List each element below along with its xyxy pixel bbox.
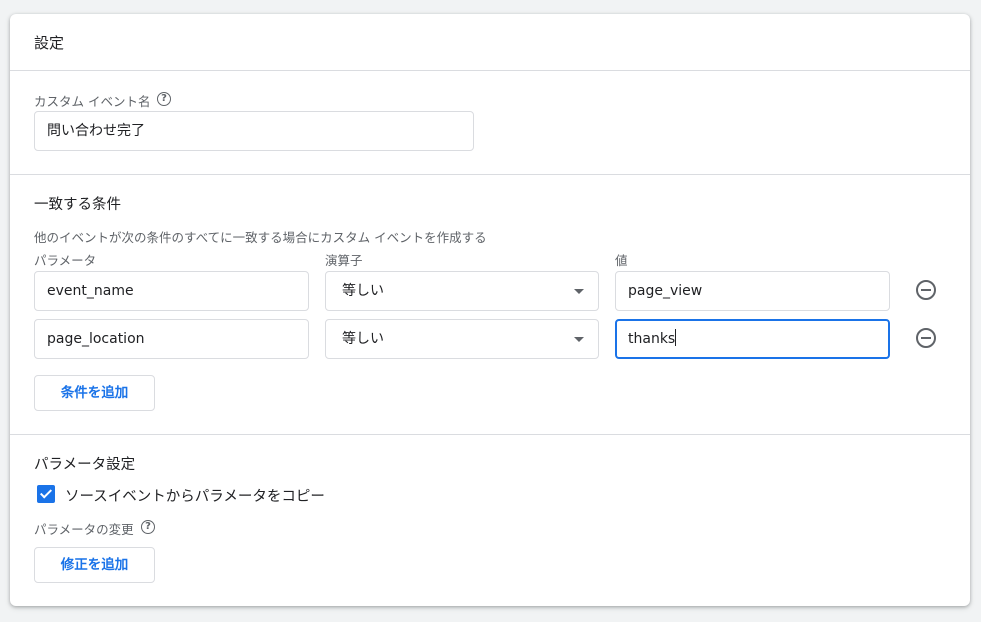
copy-parameters-label[interactable]: ソースイベントからパラメータをコピー [65, 485, 325, 506]
custom-event-label: カスタム イベント名 [34, 94, 151, 109]
copy-parameters-checkbox[interactable] [37, 485, 55, 503]
condition-value-text: page_view [628, 283, 703, 299]
condition-value-field[interactable]: page_view [615, 271, 890, 311]
condition-parameter-value: event_name [47, 283, 134, 299]
help-icon[interactable]: ? [141, 520, 155, 534]
conditions-description: 他のイベントが次の条件のすべてに一致する場合にカスタム イベントを作成する [34, 230, 487, 245]
column-header-value: 値 [615, 253, 628, 268]
column-header-parameter: パラメータ [34, 253, 97, 268]
condition-operator-select[interactable]: 等しい [325, 319, 599, 359]
condition-parameter-value: page_location [47, 331, 145, 347]
remove-condition-icon[interactable] [916, 280, 936, 300]
param-settings-title: パラメータ設定 [34, 457, 136, 473]
card-title: 設定 [34, 34, 65, 52]
condition-operator-value: 等しい [342, 331, 384, 347]
column-header-operator: 演算子 [325, 253, 363, 268]
condition-parameter-field[interactable]: page_location [34, 319, 309, 359]
settings-card: 設定 カスタム イベント名 ? 問い合わせ完了 一致する条件 他のイベントが次の… [10, 14, 970, 606]
custom-event-name-value: 問い合わせ完了 [47, 123, 145, 139]
section-divider [10, 434, 970, 435]
condition-operator-select[interactable]: 等しい [325, 271, 599, 311]
param-modify-label: パラメータの変更 [34, 522, 134, 537]
condition-value-text: thanks [628, 331, 676, 347]
condition-parameter-field[interactable]: event_name [34, 271, 309, 311]
remove-condition-icon[interactable] [916, 328, 936, 348]
text-cursor [675, 329, 677, 346]
conditions-title: 一致する条件 [34, 197, 121, 213]
dropdown-arrow-icon [574, 289, 584, 294]
add-condition-button[interactable]: 条件を追加 [34, 375, 155, 411]
custom-event-name-field[interactable]: 問い合わせ完了 [34, 111, 474, 151]
add-modification-button[interactable]: 修正を追加 [34, 547, 155, 583]
dropdown-arrow-icon [574, 337, 584, 342]
condition-operator-value: 等しい [342, 283, 384, 299]
header-divider [10, 70, 970, 71]
help-icon[interactable]: ? [157, 92, 171, 106]
section-divider [10, 174, 970, 175]
condition-value-field[interactable]: thanks [615, 319, 890, 359]
